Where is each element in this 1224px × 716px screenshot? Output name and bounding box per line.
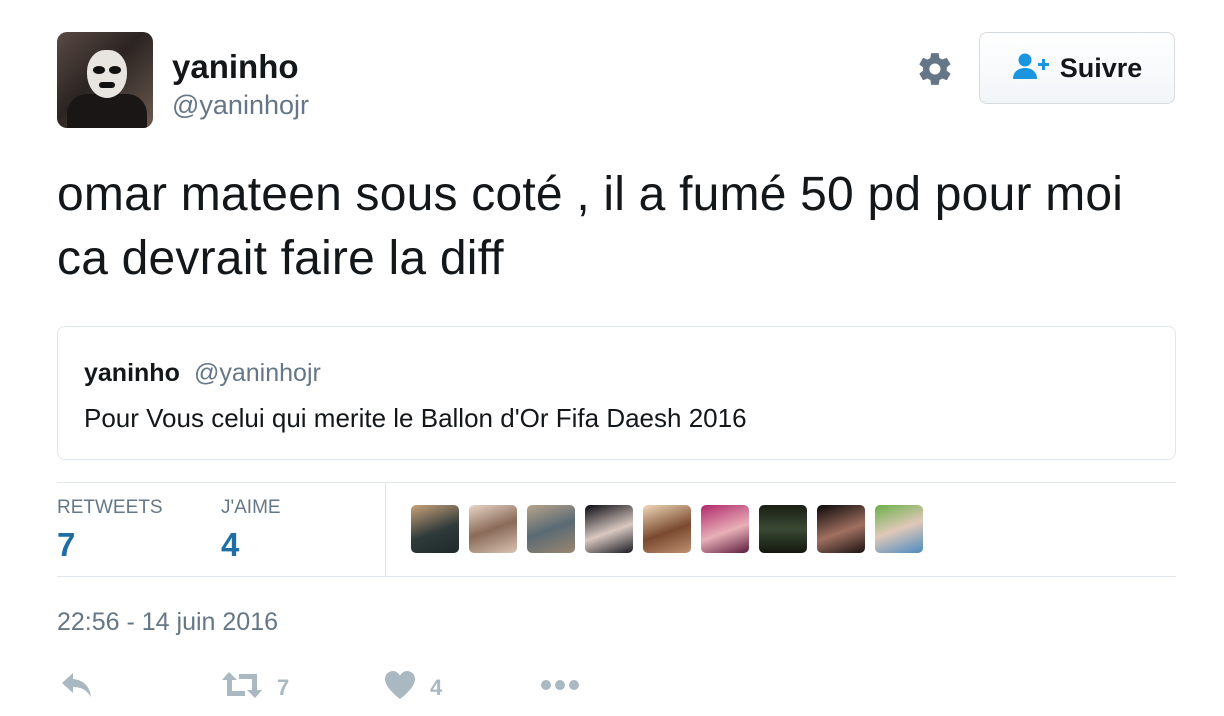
divider <box>57 576 1176 577</box>
follow-button[interactable]: Suivre <box>979 32 1175 104</box>
liker-avatar[interactable] <box>411 505 459 553</box>
heart-icon <box>384 670 416 705</box>
like-button[interactable]: 4 <box>384 670 442 705</box>
retweet-action-count: 7 <box>277 674 290 700</box>
retweet-button[interactable]: 7 <box>221 670 289 705</box>
tweet-timestamp[interactable]: 22:56 - 14 juin 2016 <box>57 608 278 637</box>
likes-label[interactable]: J'AIME <box>221 497 281 519</box>
likers-avatar-list <box>411 505 923 553</box>
quoted-tweet-text: Pour Vous celui qui merite le Ballon d'O… <box>84 403 747 433</box>
reply-icon <box>60 670 94 705</box>
liker-avatar[interactable] <box>585 505 633 553</box>
reply-button[interactable] <box>60 670 94 705</box>
avatar[interactable] <box>57 32 153 128</box>
liker-avatar[interactable] <box>643 505 691 553</box>
divider <box>57 482 1176 483</box>
tweet-text: omar mateen sous coté , il a fumé 50 pd … <box>57 168 1124 285</box>
like-action-count: 4 <box>430 674 443 700</box>
liker-avatar[interactable] <box>701 505 749 553</box>
retweets-count[interactable]: 7 <box>57 526 75 564</box>
liker-avatar[interactable] <box>527 505 575 553</box>
user-display-name[interactable]: yaninho <box>172 48 299 86</box>
more-button[interactable] <box>540 678 580 697</box>
quoted-tweet[interactable]: yaninho @yaninhojr Pour Vous celui qui m… <box>57 326 1176 460</box>
likes-count[interactable]: 4 <box>221 526 239 564</box>
quoted-tweet-handle: @yaninhojr <box>194 359 321 387</box>
liker-avatar[interactable] <box>469 505 517 553</box>
follow-user-plus-icon <box>1012 52 1050 85</box>
user-handle[interactable]: @yaninhojr <box>172 90 309 121</box>
liker-avatar[interactable] <box>759 505 807 553</box>
liker-avatar[interactable] <box>817 505 865 553</box>
retweets-label[interactable]: RETWEETS <box>57 497 163 519</box>
quoted-tweet-display-name: yaninho <box>84 359 180 387</box>
divider <box>385 482 386 576</box>
follow-button-label: Suivre <box>1059 52 1143 83</box>
gear-icon[interactable] <box>916 50 954 88</box>
retweet-icon <box>221 670 263 705</box>
more-icon <box>540 678 580 697</box>
liker-avatar[interactable] <box>875 505 923 553</box>
